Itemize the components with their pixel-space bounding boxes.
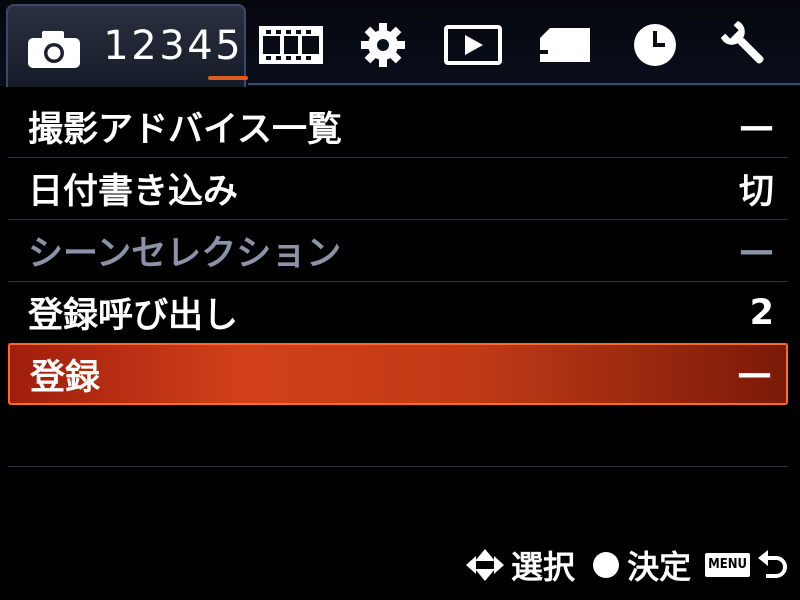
menu-item-label: 日付書き込み <box>28 172 239 212</box>
clock-icon <box>634 24 676 66</box>
tab-clock-settings[interactable] <box>622 14 688 76</box>
operation-guide: 選択 決定 MENU <box>465 542 790 588</box>
menu-item-scene-selection: シーンセレクション — <box>8 220 788 282</box>
menu-item-value: — <box>739 106 774 147</box>
playback-icon <box>444 25 502 65</box>
page-tab-3[interactable]: 3 <box>158 18 186 74</box>
menu-item-label: シーンセレクション <box>28 234 342 274</box>
return-arrow-icon <box>758 550 787 578</box>
wrench-icon <box>720 20 764 64</box>
menu-item-label: 登録 <box>30 357 101 398</box>
menu-item-label: 登録呼び出し <box>28 296 239 336</box>
page-tab-5[interactable]: 5 <box>208 18 248 80</box>
menu-button-badge: MENU <box>705 553 750 577</box>
menu-item-shooting-tips[interactable]: 撮影アドバイス一覧 — <box>8 96 788 158</box>
tab-movie[interactable] <box>258 14 324 76</box>
confirm-label: 決定 <box>627 548 692 586</box>
menu-item-memory[interactable]: 登録 — <box>8 343 788 405</box>
tab-custom-settings[interactable] <box>350 14 416 76</box>
menu-tab-bar: 1 2 3 4 5 <box>0 0 800 87</box>
camera-page-numbers: 1 2 3 4 5 <box>102 18 248 80</box>
menu-item-value: 2 <box>749 292 774 333</box>
menu-item-date-imprint[interactable]: 日付書き込み 切 <box>8 158 788 220</box>
center-button-icon <box>593 552 620 578</box>
tab-playback[interactable] <box>440 14 506 76</box>
menu-item-value: — <box>739 230 774 271</box>
page-tab-2[interactable]: 2 <box>130 18 158 74</box>
camera-icon <box>28 31 80 68</box>
menu-item-label: 撮影アドバイス一覧 <box>28 110 342 150</box>
up-down-arrows-icon <box>466 549 505 581</box>
menu-item-empty <box>8 405 788 467</box>
movie-film-icon <box>259 26 323 64</box>
menu-item-value: 切 <box>738 172 774 212</box>
tab-memory-card[interactable] <box>532 14 598 76</box>
page-tab-4[interactable]: 4 <box>186 18 214 74</box>
camera-menu-screen: 1 2 3 4 5 撮影アドバイス一覧 — 日付書き込み 切 シーンセレクション… <box>0 0 800 600</box>
menu-list: 撮影アドバイス一覧 — 日付書き込み 切 シーンセレクション — 登録呼び出し … <box>8 96 788 467</box>
menu-item-memory-recall[interactable]: 登録呼び出し 2 <box>8 282 788 344</box>
memory-card-icon <box>540 28 590 62</box>
menu-item-value: — <box>737 354 772 394</box>
select-label: 選択 <box>511 548 576 586</box>
tab-camera-settings[interactable]: 1 2 3 4 5 <box>6 4 248 87</box>
page-tab-1[interactable]: 1 <box>102 18 130 74</box>
tab-setup[interactable] <box>712 14 778 76</box>
gear-icon <box>361 23 405 67</box>
